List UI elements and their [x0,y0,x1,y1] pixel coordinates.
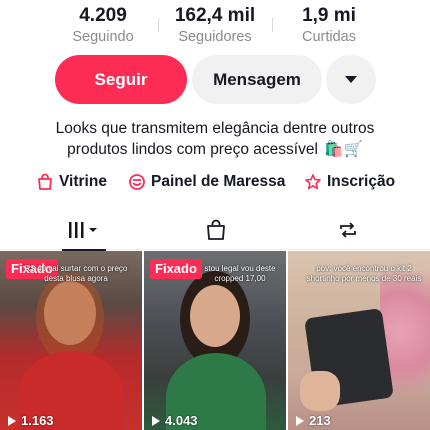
play-icon [152,415,160,426]
following-label: Seguindo [72,29,134,45]
repost-icon [340,222,356,238]
stat-divider [158,18,159,32]
view-count: 1.163 [8,413,54,428]
likes-stat[interactable]: 1,9 mi Curtidas [274,4,384,46]
followers-stat[interactable]: 162,4 mil Seguidores [160,4,270,46]
hair-shape [36,273,104,363]
view-count: 4.043 [152,413,198,428]
hand-shape [300,371,340,411]
bio-line-2: produtos lindos com preço acessível 🛍️🛒 [20,139,410,160]
followers-label: Seguidores [178,29,252,45]
view-count: 213 [296,413,331,428]
video-caption-overlay: pov: você encontrou o kit 2 shortinho po… [306,264,422,283]
follow-button[interactable]: Seguir [55,55,187,104]
play-icon [8,415,16,426]
storefront-link[interactable]: Vitrine [36,170,107,194]
video-thumbnail[interactable]: Fixado stou legal vou deste cropped 17,0… [144,251,286,430]
view-count-value: 4.043 [165,413,198,428]
profile-stats: 4.209 Seguindo 162,4 mil Seguidores 1,9 … [0,4,430,48]
tab-videos[interactable] [54,210,114,251]
subscription-label: Inscrição [327,173,396,190]
person-figure [190,285,240,347]
following-stat[interactable]: 4.209 Seguindo [48,4,158,46]
bag-icon [207,219,225,240]
more-options-button[interactable] [326,55,376,104]
play-icon [296,415,304,426]
view-count-value: 213 [309,413,331,428]
creator-panel-link[interactable]: Painel de Maressa [128,170,285,194]
flowers-shape [380,271,430,421]
panel-icon [129,174,145,190]
likes-label: Curtidas [302,29,356,45]
video-thumbnail[interactable]: Fixado R$ 40 vai surtar com o preço dest… [0,251,142,430]
subscription-link[interactable]: Inscrição [304,170,395,194]
creator-panel-label: Painel de Maressa [151,173,286,190]
bio-line: produtos lindos com preço acessível [67,141,318,158]
video-thumbnail[interactable]: pov: você encontrou o kit 2 shortinho po… [288,251,430,430]
subscription-star-icon [305,174,321,190]
video-grid: Fixado R$ 40 vai surtar com o preço dest… [0,251,430,430]
profile-tabs [0,210,430,251]
tab-shop[interactable] [186,210,246,250]
profile-bio: Looks que transmitem elegância dentre ou… [20,118,410,160]
stat-divider [272,18,273,32]
following-count: 4.209 [79,5,127,26]
grid-icon [69,222,97,238]
video-caption-overlay: stou legal vou deste cropped 17,00 [204,264,276,283]
storefront-label: Vitrine [59,173,107,190]
bio-line: Looks que transmitem elegância dentre ou… [55,120,375,137]
tab-reposts[interactable] [318,210,378,250]
view-count-value: 1.163 [21,413,54,428]
shopping-emoji: 🛍️🛒 [324,141,363,159]
shopping-bag-icon [38,173,52,190]
video-caption-overlay: R$ 40 vai surtar com o preço desta blusa… [24,264,128,283]
likes-count: 1,9 mi [302,5,356,26]
profile-links: Vitrine Painel de Maressa Inscrição [0,170,430,194]
chevron-down-icon [345,76,357,83]
followers-count: 162,4 mil [174,5,256,26]
message-button[interactable]: Mensagem [192,55,322,104]
